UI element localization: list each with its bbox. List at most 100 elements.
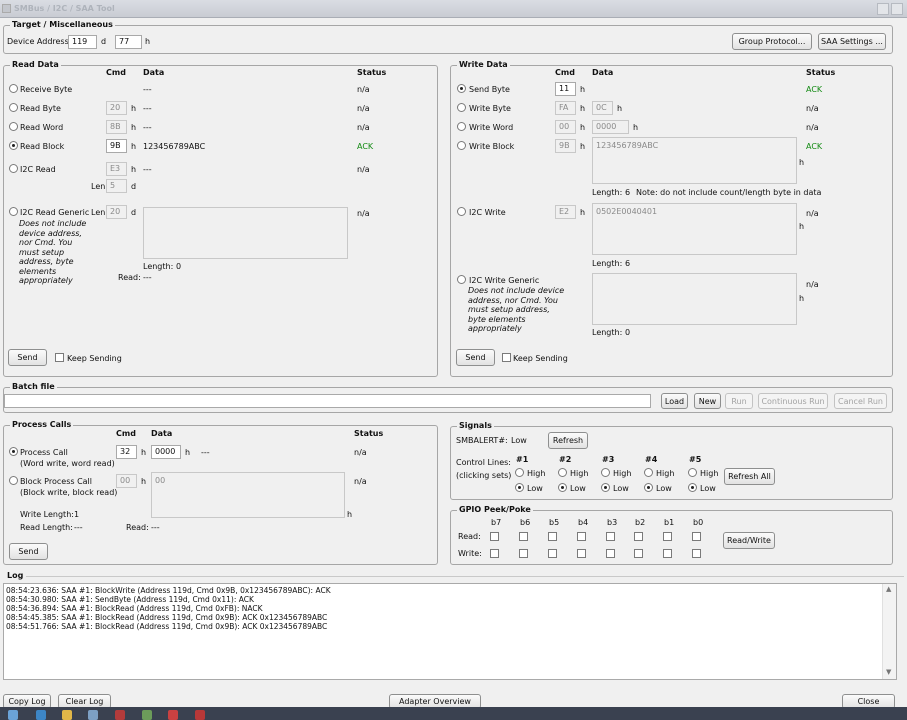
saa-settings-button[interactable]: SAA Settings ...: [818, 33, 886, 50]
write-byte-data-input[interactable]: 0C: [592, 101, 613, 115]
line-3-low-radio[interactable]: [601, 483, 610, 492]
write-send-button[interactable]: Send: [456, 349, 495, 366]
gpio-read-b0-checkbox[interactable]: [692, 532, 701, 541]
line-5-high-radio[interactable]: [688, 468, 697, 477]
write-byte-cmd-input[interactable]: FA: [555, 101, 576, 115]
send-byte-radio[interactable]: [457, 84, 466, 93]
batch-cancel-run-button[interactable]: Cancel Run: [834, 393, 887, 409]
block-process-call-radio[interactable]: [9, 476, 18, 485]
log-scrollbar[interactable]: ▲ ▼: [882, 584, 896, 679]
batch-continuous-run-button[interactable]: Continuous Run: [758, 393, 828, 409]
batch-run-button[interactable]: Run: [725, 393, 753, 409]
i2c-read-generic-len-d: d: [131, 208, 137, 217]
gpio-read-write-button[interactable]: Read/Write: [723, 532, 775, 549]
batch-file-input[interactable]: [4, 394, 651, 408]
write-word-h: h: [580, 123, 586, 132]
i2c-write-generic-data-input[interactable]: [592, 273, 797, 325]
i2c-write-data-input[interactable]: 0502E0040401: [592, 203, 797, 255]
block-process-call-data-input[interactable]: 00: [151, 472, 345, 518]
read-send-button[interactable]: Send: [8, 349, 47, 366]
folder-icon[interactable]: [62, 710, 72, 720]
process-call-radio[interactable]: [9, 447, 18, 456]
write-keep-sending-label: Keep Sending: [513, 354, 568, 363]
i2c-write-h: h: [580, 208, 586, 217]
batch-new-button[interactable]: New: [694, 393, 721, 409]
receive-byte-radio[interactable]: [9, 84, 18, 93]
line-2-low-radio[interactable]: [558, 483, 567, 492]
line-1-high-radio[interactable]: [515, 468, 524, 477]
process-send-button[interactable]: Send: [9, 543, 48, 560]
block-process-call-cmd-input[interactable]: 00: [116, 474, 137, 488]
gpio-read-b7-checkbox[interactable]: [490, 532, 499, 541]
gpio-read-b4-checkbox[interactable]: [577, 532, 586, 541]
write-keep-sending-checkbox[interactable]: [502, 353, 511, 362]
gpio-read-b5-checkbox[interactable]: [548, 532, 557, 541]
taskbar-app-icon[interactable]: [115, 710, 125, 720]
i2c-read-generic-data-input[interactable]: [143, 207, 348, 259]
group-protocol-button[interactable]: Group Protocol...: [732, 33, 812, 50]
minimize-button[interactable]: [877, 3, 889, 15]
line-4-low-radio[interactable]: [644, 483, 653, 492]
i2c-read-generic-len-input[interactable]: 20: [106, 205, 127, 219]
process-call-data-input[interactable]: 0000: [151, 445, 181, 459]
process-call-cmd-input[interactable]: 32: [116, 445, 137, 459]
i2c-read-len-input[interactable]: 5: [106, 179, 127, 193]
i2c-read-len-label: Len: [91, 182, 106, 191]
start-icon[interactable]: [8, 710, 18, 720]
i2c-write-radio[interactable]: [457, 207, 466, 216]
scroll-up-icon[interactable]: ▲: [886, 585, 891, 593]
write-block-radio[interactable]: [457, 141, 466, 150]
write-byte-radio[interactable]: [457, 103, 466, 112]
read-keep-sending-checkbox[interactable]: [55, 353, 64, 362]
gpio-read-b3-checkbox[interactable]: [606, 532, 615, 541]
gpio-write-b7-checkbox[interactable]: [490, 549, 499, 558]
signals-refresh-button[interactable]: Refresh: [548, 432, 588, 449]
i2c-write-cmd-input[interactable]: E2: [555, 205, 576, 219]
read-byte-radio[interactable]: [9, 103, 18, 112]
device-address-hex-input[interactable]: 77: [115, 35, 142, 49]
taskbar-app-icon[interactable]: [36, 710, 46, 720]
line-1-low-radio[interactable]: [515, 483, 524, 492]
scroll-down-icon[interactable]: ▼: [886, 668, 891, 676]
send-byte-cmd-input[interactable]: 11: [555, 82, 576, 96]
gpio-read-b1-checkbox[interactable]: [663, 532, 672, 541]
gpio-read-b2-checkbox[interactable]: [634, 532, 643, 541]
i2c-write-generic-radio[interactable]: [457, 275, 466, 284]
write-word-data-input[interactable]: 0000: [592, 120, 629, 134]
read-block-cmd-input[interactable]: 9B: [106, 139, 127, 153]
read-word-radio[interactable]: [9, 122, 18, 131]
gpio-read-b6-checkbox[interactable]: [519, 532, 528, 541]
gpio-write-b6-checkbox[interactable]: [519, 549, 528, 558]
line-5-low-radio[interactable]: [688, 483, 697, 492]
read-word-cmd-input[interactable]: 8B: [106, 120, 127, 134]
gpio-write-b3-checkbox[interactable]: [606, 549, 615, 558]
read-byte-status: n/a: [357, 104, 370, 113]
write-block-cmd-input[interactable]: 9B: [555, 139, 576, 153]
write-word-cmd-input[interactable]: 00: [555, 120, 576, 134]
write-block-data-input[interactable]: 123456789ABC: [592, 137, 797, 184]
batch-load-button[interactable]: Load: [661, 393, 688, 409]
i2c-read-cmd-input[interactable]: E3: [106, 162, 127, 176]
log-output[interactable]: 08:54:23.636: SAA #1: BlockWrite (Addres…: [3, 583, 897, 680]
refresh-all-button[interactable]: Refresh All: [724, 468, 775, 485]
read-byte-cmd-input[interactable]: 20: [106, 101, 127, 115]
gpio-write-b2-checkbox[interactable]: [634, 549, 643, 558]
gpio-write-b5-checkbox[interactable]: [548, 549, 557, 558]
line-4-high-radio[interactable]: [644, 468, 653, 477]
device-address-dec-input[interactable]: 119: [68, 35, 97, 49]
gpio-write-b1-checkbox[interactable]: [663, 549, 672, 558]
taskbar-app-icon[interactable]: [195, 710, 205, 720]
i2c-read-generic-radio[interactable]: [9, 207, 18, 216]
gpio-write-b4-checkbox[interactable]: [577, 549, 586, 558]
line-3-high-radio[interactable]: [601, 468, 610, 477]
line-2-high-radio[interactable]: [558, 468, 567, 477]
gpio-write-b0-checkbox[interactable]: [692, 549, 701, 558]
taskbar-app-icon[interactable]: [142, 710, 152, 720]
taskbar-app-icon[interactable]: [168, 710, 178, 720]
write-word-radio[interactable]: [457, 122, 466, 131]
device-address-label: Device Address:: [7, 37, 72, 46]
maximize-button[interactable]: [891, 3, 903, 15]
read-block-radio[interactable]: [9, 141, 18, 150]
i2c-read-radio[interactable]: [9, 164, 18, 173]
taskbar-app-icon[interactable]: [88, 710, 98, 720]
